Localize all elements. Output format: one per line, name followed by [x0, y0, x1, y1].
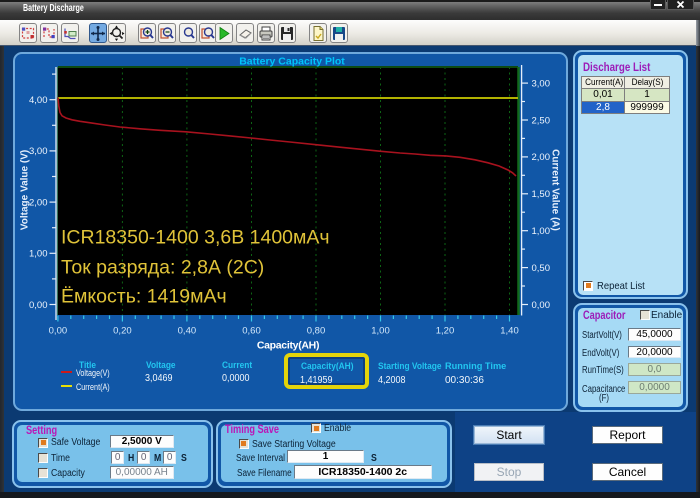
- svg-text:0,00: 0,00: [49, 326, 68, 337]
- svg-text:1,20: 1,20: [436, 326, 455, 337]
- svg-text:3,00: 3,00: [532, 78, 551, 89]
- svg-text:Ёмкость: 1419мАч: Ёмкость: 1419мАч: [61, 286, 227, 308]
- svg-text:0,80: 0,80: [307, 326, 326, 337]
- svg-text:2,00: 2,00: [532, 152, 551, 163]
- svg-text:0,40: 0,40: [178, 326, 197, 337]
- svg-text:Battery Capacity Plot: Battery Capacity Plot: [239, 56, 345, 68]
- svg-text:0,20: 0,20: [113, 326, 132, 337]
- svg-text:1,50: 1,50: [532, 189, 551, 200]
- svg-text:Voltage Value (V): Voltage Value (V): [20, 150, 31, 230]
- svg-text:1,00: 1,00: [29, 249, 48, 260]
- svg-text:Capacity(AH): Capacity(AH): [257, 340, 319, 352]
- svg-text:0,00: 0,00: [29, 300, 48, 311]
- svg-text:1,40: 1,40: [500, 326, 519, 337]
- svg-text:1,00: 1,00: [371, 326, 390, 337]
- svg-text:0,60: 0,60: [242, 326, 261, 337]
- svg-text:4,00: 4,00: [29, 95, 48, 106]
- svg-text:1,00: 1,00: [532, 226, 551, 237]
- svg-text:0,50: 0,50: [532, 263, 551, 274]
- svg-text:2,00: 2,00: [29, 197, 48, 208]
- svg-text:2,50: 2,50: [532, 115, 551, 126]
- svg-text:Current Value (A): Current Value (A): [550, 149, 561, 231]
- svg-text:0,00: 0,00: [532, 300, 551, 311]
- svg-text:Ток разряда: 2,8А (2С): Ток разряда: 2,8А (2С): [61, 257, 264, 279]
- svg-text:3,00: 3,00: [29, 146, 48, 157]
- svg-text:ICR18350-1400 3,6В 1400мАч: ICR18350-1400 3,6В 1400мАч: [61, 227, 330, 249]
